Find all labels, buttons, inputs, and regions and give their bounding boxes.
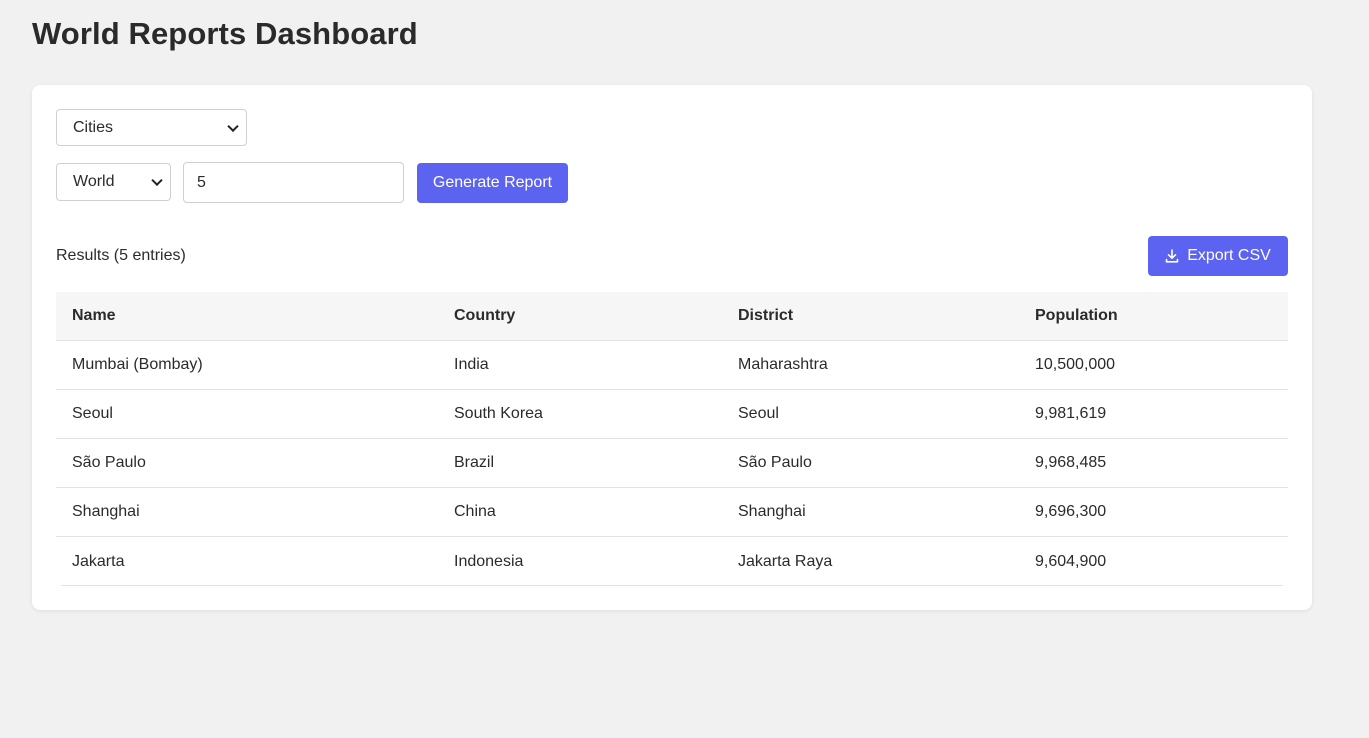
column-header-population[interactable]: Population [1035, 307, 1288, 325]
table-row: Jakarta Indonesia Jakarta Raya 9,604,900 [56, 537, 1288, 586]
cell-district: Shanghai [738, 503, 806, 520]
limit-input[interactable]: 5 [183, 162, 404, 203]
cell-name: Jakarta [72, 552, 125, 570]
page-title: World Reports Dashboard [32, 16, 418, 51]
chevron-down-icon [151, 174, 163, 187]
report-type-select[interactable]: Cities [56, 109, 247, 146]
cell-name: Mumbai (Bombay) [72, 356, 203, 373]
cell-district: Jakarta Raya [738, 552, 833, 570]
export-csv-label: Export CSV [1187, 247, 1271, 264]
cell-country: Brazil [454, 454, 495, 471]
column-header-country[interactable]: Country [454, 307, 738, 325]
cell-district: São Paulo [738, 454, 812, 471]
cell-population: 9,696,300 [1035, 503, 1107, 520]
cell-country: Indonesia [454, 552, 524, 570]
cell-district: Seoul [738, 405, 779, 422]
export-csv-button[interactable]: Export CSV [1148, 236, 1288, 276]
cell-population: 10,500,000 [1035, 356, 1116, 373]
download-icon [1165, 249, 1179, 263]
results-count-label: Results (5 entries) [56, 247, 186, 264]
table-row: Shanghai China Shanghai 9,696,300 [56, 488, 1288, 537]
cell-population: 9,604,900 [1035, 552, 1107, 570]
cell-country: India [454, 356, 489, 373]
cell-country: South Korea [454, 405, 543, 422]
table-header-row: Name Country District Population [56, 292, 1288, 341]
scope-select[interactable]: World [56, 163, 171, 201]
cell-population: 9,968,485 [1035, 454, 1107, 471]
table-row: São Paulo Brazil São Paulo 9,968,485 [56, 439, 1288, 488]
column-header-name[interactable]: Name [56, 307, 454, 325]
dashboard-page: World Reports Dashboard Cities World 5 G… [0, 0, 1369, 738]
results-table: Name Country District Population Mumbai … [56, 292, 1288, 586]
chevron-down-icon [227, 120, 239, 132]
cell-district: Maharashtra [738, 356, 828, 373]
table-row: Mumbai (Bombay) India Maharashtra 10,500… [56, 341, 1288, 390]
report-type-value: Cities [73, 118, 114, 136]
column-header-district[interactable]: District [738, 307, 1035, 325]
scope-value: World [73, 173, 115, 190]
report-card: Cities World 5 Generate Report Results (… [32, 85, 1312, 610]
table-row: Seoul South Korea Seoul 9,981,619 [56, 390, 1288, 439]
generate-report-button[interactable]: Generate Report [417, 163, 568, 203]
cell-name: São Paulo [72, 454, 146, 471]
cell-country: China [454, 503, 496, 520]
cell-name: Shanghai [72, 503, 140, 520]
cell-name: Seoul [72, 405, 113, 422]
cell-population: 9,981,619 [1035, 405, 1107, 422]
